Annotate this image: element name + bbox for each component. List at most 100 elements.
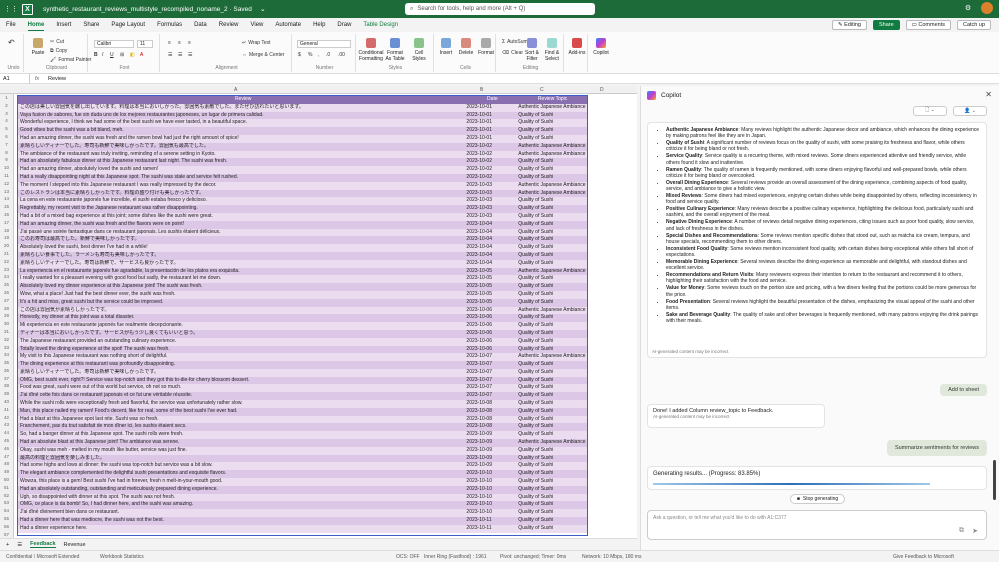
topic-cell[interactable]: Quality of Sushi [518,509,587,517]
table-row[interactable]: I really wanted for a pleasant evening w… [18,275,587,284]
date-cell[interactable]: 2023-10-09 [466,431,518,439]
tab-insert[interactable]: Insert [56,20,71,30]
table-row[interactable]: Regrettably, my recent visit to the Japa… [18,205,587,213]
table-row[interactable]: Had an absolutely outstanding, outstandi… [18,485,587,494]
review-cell[interactable]: My visit to this Japanese restaurant was… [18,353,466,361]
table-row[interactable]: Franchement, pas du tout satisfait de mo… [18,423,587,432]
increase-decimal-icon[interactable]: .0 [326,52,330,58]
table-row[interactable]: Man, this place nailed my ramen! Food's … [18,407,587,416]
date-cell[interactable]: 2023-10-07 [466,361,518,369]
date-cell[interactable]: 2023-10-02 [466,158,518,166]
topic-cell[interactable]: Quality of Sushi [518,330,587,338]
date-cell[interactable]: 2023-10-05 [466,299,518,307]
topic-cell[interactable]: Quality of Sushi [518,478,587,486]
copilot-ribbon-button[interactable]: Copilot [590,38,612,56]
review-cell[interactable]: Absolutely loved the sushi, best dinner … [18,244,466,252]
topic-cell[interactable]: Quality of Sushi [518,275,587,283]
table-row[interactable]: La cena en este restaurante japonés fue … [18,197,587,206]
table-row[interactable]: Totally loved the dining experience at t… [18,345,587,354]
date-cell[interactable]: 2023-10-11 [466,525,518,533]
table-row[interactable]: Had a blast at this Japanese spot last n… [18,415,587,424]
table-row[interactable]: Had an absolute blast at this Japanese j… [18,439,587,447]
tab-draw[interactable]: Draw [337,20,351,30]
review-cell[interactable]: Franchement, pas du tout satisfait de mo… [18,423,466,431]
tab-page-layout[interactable]: Page Layout [111,20,145,30]
review-cell[interactable]: Had an absolute blast at this Japanese j… [18,439,466,447]
review-cell[interactable]: Had a bit of a mixed bag experience at t… [18,213,466,221]
header-review[interactable]: Review [18,96,466,104]
date-cell[interactable]: 2023-10-10 [466,478,518,486]
topic-cell[interactable]: Quality of Sushi [518,252,587,260]
review-cell[interactable]: Wonderful experience, I think we had som… [18,119,466,127]
review-cell[interactable]: Food was great, sushi were out of this w… [18,384,466,392]
review-cell[interactable]: ディナーは本当においしかったです。サービスがもう少し良くてもいいと思う。 [18,330,466,338]
date-cell[interactable]: 2023-10-04 [466,221,518,229]
row-header[interactable]: 47 [0,453,13,461]
review-cell[interactable]: Wow, what a place! Just had the best din… [18,291,466,299]
spreadsheet-grid[interactable]: A B C D 1 2 3 4 5 6 7 8 9 10 11 12 13 14 15 16 17 18 19 20 2… [0,86,637,538]
date-cell[interactable]: 2023-10-08 [466,423,518,431]
table-row[interactable]: La experiencia en el restaurante japonés… [18,267,587,276]
table-row[interactable]: 素晴らしい食事でした。ラーメンも寿司も美味しかったです。 2023-10-04 Qu… [18,251,587,260]
comma-icon[interactable]: , [318,52,319,58]
clear-button[interactable]: ⌫ Clear [502,50,523,56]
tab-view[interactable]: View [250,20,263,30]
date-cell[interactable]: 2023-10-04 [466,244,518,252]
topic-cell[interactable]: Quality of Sushi [518,400,587,408]
topic-cell[interactable]: Quality of Sushi [518,384,587,392]
row-header[interactable]: 56 [0,523,13,531]
row-header[interactable]: 37 [0,375,13,383]
tab-help[interactable]: Help [313,20,325,30]
table-row[interactable]: Ugh, so disappointed with dinner at this… [18,493,587,502]
date-cell[interactable]: 2023-10-05 [466,283,518,291]
review-cell[interactable]: The ambiance of the restaurant was truly… [18,151,466,159]
date-cell[interactable]: 2023-10-03 [466,182,518,190]
table-row[interactable]: Vaya fusion de sabores, fue sin duda uno… [18,111,587,120]
bold-button[interactable]: B [94,52,98,58]
topic-cell[interactable]: Quality of Sushi [518,244,587,252]
row-header[interactable]: 52 [0,492,13,500]
table-row[interactable]: Wonderful experience, I think we had som… [18,119,587,128]
topic-cell[interactable]: Quality of Sushi [518,322,587,330]
fill-color-icon[interactable]: ◧ [130,52,135,58]
date-cell[interactable]: 2023-10-06 [466,330,518,338]
row-header[interactable]: 20 [0,242,13,250]
topic-cell[interactable]: Quality of Sushi [518,205,587,213]
date-cell[interactable]: 2023-10-08 [466,408,518,416]
review-cell[interactable]: Mi experiencia en este restaurante japon… [18,322,466,330]
row-header[interactable]: 8 [0,149,13,157]
topic-cell[interactable]: Quality of Sushi [518,338,587,346]
row-header[interactable]: 33 [0,344,13,352]
topic-cell[interactable]: Authentic Japanese Ambiance [518,182,587,190]
topic-cell[interactable]: Quality of Sushi [518,260,587,268]
date-cell[interactable]: 2023-10-06 [466,322,518,330]
row-header[interactable]: 31 [0,328,13,336]
table-row[interactable]: J'ai passé une soirée fantastique dans c… [18,228,587,237]
topic-cell[interactable]: Quality of Sushi [518,525,587,533]
send-icon[interactable]: ➤ [972,527,978,535]
topic-cell[interactable]: Quality of Sushi [518,517,587,525]
row-header[interactable]: 5 [0,125,13,133]
review-cell[interactable]: Had a dinner experience here. [18,525,466,533]
topic-cell[interactable]: Quality of Sushi [518,408,587,416]
name-box[interactable]: A1 [0,73,30,84]
date-cell[interactable]: 2023-10-10 [466,494,518,502]
italic-button[interactable]: I [102,52,103,58]
row-header[interactable]: 34 [0,351,13,359]
table-row[interactable]: OMG, best sushi ever, right?! Service wa… [18,376,587,385]
row-header[interactable]: 43 [0,421,13,429]
table-row[interactable]: Had an amazing dinner, the sushi was fre… [18,134,587,143]
header-review-topic[interactable]: Review Topic [518,96,587,104]
wrap-text-button[interactable]: ↵ Wrap Text [242,40,271,46]
table-row[interactable]: Absolutely loved my dinner experience at… [18,283,587,291]
give-feedback-link[interactable]: Give Feedback to Microsoft [893,554,954,560]
addins-button[interactable]: Add-ins [566,38,588,56]
all-sheets-icon[interactable]: ☰ [17,542,22,548]
table-row[interactable]: 素晴らしいディナーでした。寿司は新鮮で美味しかったです。 2023-10-07 Qu… [18,368,587,377]
column-header-b[interactable]: B [480,87,483,93]
row-header[interactable]: 26 [0,289,13,297]
date-cell[interactable]: 2023-10-06 [466,314,518,322]
date-cell[interactable]: 2023-10-05 [466,275,518,283]
table-row[interactable]: Absolutely loved the sushi, best dinner … [18,244,587,252]
row-header[interactable]: 6 [0,133,13,141]
